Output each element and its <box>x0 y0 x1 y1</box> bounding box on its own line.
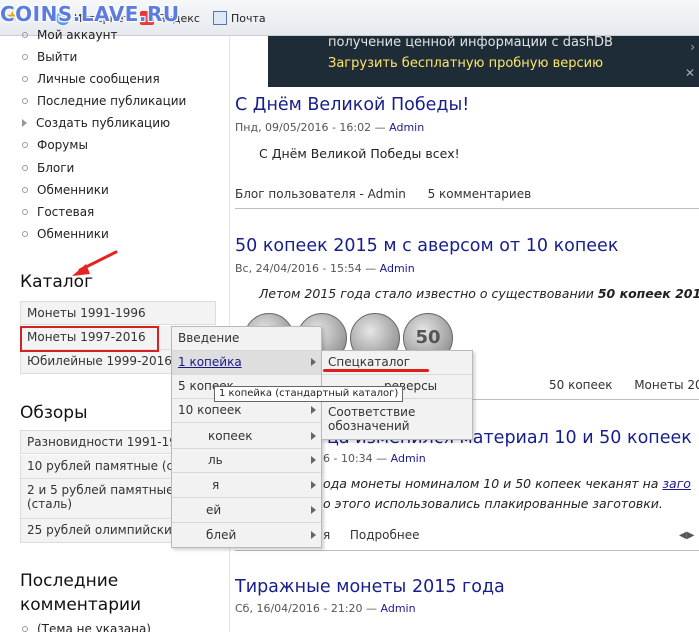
post-title-circulation[interactable]: Тиражные монеты 2015 года <box>235 577 505 597</box>
post-body: С Днём Великой Победы всех! <box>259 146 460 161</box>
submenu-arrow-icon <box>311 456 316 464</box>
submenu-arrow-icon <box>311 432 316 440</box>
submenu-arrow-icon <box>311 481 316 489</box>
bullet-icon <box>22 76 28 82</box>
submenu-item-5-rub[interactable]: ей <box>172 499 321 523</box>
expand-triangle-icon <box>22 119 27 127</box>
read-more-link[interactable]: Подробнее <box>350 528 420 542</box>
reviews-title: Обзоры <box>20 403 88 423</box>
blanks-link[interactable]: заго <box>662 476 691 491</box>
menu-item-messages[interactable]: Личные сообщения <box>22 72 160 90</box>
tag-link[interactable]: Монеты 20 <box>634 378 699 392</box>
post-meta: 6 - 10:34 — Admin <box>323 452 426 465</box>
submenu-item-10-kopek[interactable]: 10 копеек <box>172 399 321 423</box>
comment-item[interactable]: (Тема не указана) <box>22 622 151 632</box>
info-icon[interactable]: › <box>690 40 695 54</box>
post-links: я Подробнее <box>323 528 420 542</box>
submenu-item-10-rub[interactable]: блей <box>172 524 321 548</box>
fav-yandex[interactable]: Яндекс <box>140 11 200 25</box>
mail-icon <box>213 11 227 25</box>
post-body: ода монеты номиналом 10 и 50 копеек чека… <box>323 476 691 491</box>
ad-download-link[interactable]: Загрузить бесплатную пробную версию <box>328 56 603 71</box>
submenu-item-2-rub[interactable]: я <box>172 474 321 498</box>
submenu-item-designations[interactable]: Соответствие обозначений <box>322 401 472 439</box>
menu-item-exchangers[interactable]: Обменники <box>22 183 109 201</box>
submenu-item-1-kopek[interactable]: 1 копейка <box>172 351 321 375</box>
star-icon[interactable]: ★ <box>6 9 19 25</box>
menu-item-exchangers-2[interactable]: Обменники <box>22 227 109 245</box>
red-arrow-annotation <box>72 250 118 276</box>
menu-item-logout[interactable]: Выйти <box>22 50 77 68</box>
catalog-submenu: Введение 1 копейка 5 копеек 10 копеек ко… <box>171 326 322 548</box>
tooltip: 1 копейка (стандартный каталог) <box>214 386 404 402</box>
bullet-icon <box>22 231 28 237</box>
submenu-arrow-icon <box>311 406 316 414</box>
red-underline-annotation <box>323 369 429 372</box>
blog-link[interactable]: Блог пользователя - Admin <box>235 187 406 201</box>
close-icon[interactable]: ✕ <box>685 66 695 80</box>
menu-item-guestbook[interactable]: Гостевая <box>22 205 94 223</box>
divider <box>235 208 699 209</box>
post-title-victory[interactable]: С Днём Великой Победы! <box>235 95 469 115</box>
fav-internet[interactable]: Интернет <box>56 11 130 25</box>
fav-mail[interactable]: Почта <box>213 11 266 25</box>
post-body: Летом 2015 года стало известно о существ… <box>259 286 699 301</box>
post-title-50-kopeek[interactable]: 50 копеек 2015 м с аверсом от 10 копеек <box>235 236 618 256</box>
bullet-icon <box>22 32 28 38</box>
submenu-item-1-rub[interactable]: ль <box>172 449 321 473</box>
post-meta: Пнд, 09/05/2016 - 16:02 — Admin <box>235 121 425 134</box>
scroll-right-icon[interactable]: ◀▶ <box>679 530 694 541</box>
menu-item-forums[interactable]: Форумы <box>22 138 88 156</box>
menu-item-blogs[interactable]: Блоги <box>22 161 74 179</box>
bullet-icon <box>22 54 28 60</box>
submenu-item-50-kopek[interactable]: копеек <box>172 425 321 449</box>
menu-item-recent-posts[interactable]: Последние публикации <box>22 94 186 112</box>
submenu-item-intro[interactable]: Введение <box>172 327 321 351</box>
catalog-item-1991-1996[interactable]: Монеты 1991-1996 <box>20 301 216 325</box>
tag-link[interactable]: 50 копеек <box>549 378 613 392</box>
post-body: о этого использовались плакированные заг… <box>323 496 663 511</box>
bullet-icon <box>22 209 28 215</box>
ad-banner[interactable]: получение ценной информации с dashDB Заг… <box>268 35 699 87</box>
menu-item-account[interactable]: Мой аккаунт <box>22 28 117 46</box>
comments-title-line1: Последние <box>20 571 119 591</box>
post-links: Блог пользователя - Admin 5 комментариев <box>235 187 531 201</box>
divider <box>235 550 699 551</box>
globe-icon <box>56 11 70 25</box>
post-tags: 50 копеек Монеты 20 <box>549 378 699 392</box>
submenu-arrow-icon <box>311 358 316 366</box>
comments-title-line2: комментарии <box>20 595 142 615</box>
comments-link[interactable]: 5 комментариев <box>428 187 532 201</box>
bullet-icon <box>22 165 28 171</box>
bullet-icon <box>22 626 28 632</box>
menu-item-create-post[interactable]: Создать публикацию <box>22 116 170 134</box>
post-meta: Сб, 16/04/2016 - 21:20 — Admin <box>235 602 416 615</box>
post-meta: Вс, 24/04/2016 - 15:54 — Admin <box>235 262 415 275</box>
yandex-icon <box>140 11 154 25</box>
submenu-arrow-icon <box>311 506 316 514</box>
submenu-arrow-icon <box>311 531 316 539</box>
bullet-icon <box>22 142 28 148</box>
bullet-icon <box>22 187 28 193</box>
bullet-icon <box>22 98 28 104</box>
